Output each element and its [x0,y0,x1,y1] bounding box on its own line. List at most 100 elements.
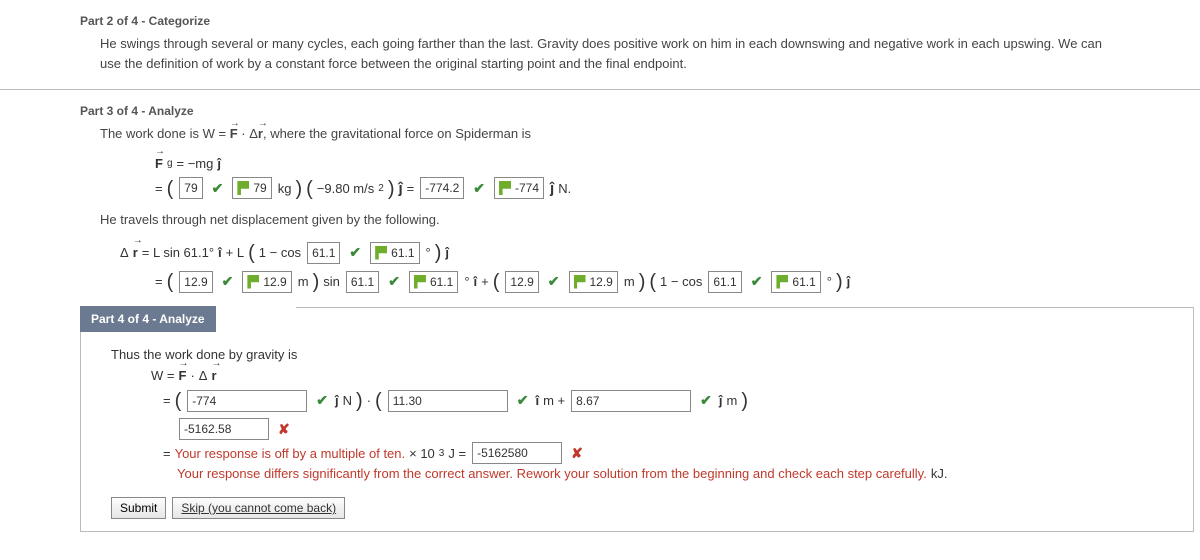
input-bad-1[interactable]: -5162.58 [179,418,269,440]
kg-unit: kg [278,181,292,196]
lparen-5: ( [493,271,500,294]
deg-1: ° [426,245,431,260]
unit-i-3 [535,393,539,408]
lparen-7: ( [175,390,182,413]
input-force-j[interactable]: -774 [187,390,307,412]
m-unit-1: m [298,274,309,289]
flag-icon [375,246,387,260]
input-result-1[interactable]: -774.2 [420,177,464,199]
input-result-2[interactable]: -774 [494,177,544,199]
divider-1 [0,89,1200,90]
rparen-2: ) [388,178,395,201]
equals-5: = [163,446,171,461]
one-minus-cos-2: 1 − cos [660,274,702,289]
check-icon: ✔ [700,392,712,409]
vector-r-3: r [211,368,216,383]
dr-eq-text: = L sin 61.1° [142,245,214,260]
rparen-6: ) [836,271,843,294]
part4-header: Part 4 of 4 - Analyze [80,306,216,332]
lparen-8: ( [375,390,382,413]
cross-icon: ✘ [571,445,583,462]
j-eq: J = [448,446,466,461]
input-len-3[interactable]: 12.9 [505,271,538,293]
rparen-1: ) [295,178,302,201]
lparen-4: ( [167,271,174,294]
feedback-line-1: = Your response is off by a multiple of … [111,442,1173,466]
part3-intro: The work done is W = F · Δr, where the g… [0,124,1200,154]
button-row: Submit Skip (you cannot come back) [111,497,1173,519]
skip-button[interactable]: Skip (you cannot come back) [172,497,345,519]
check-icon: ✔ [212,180,224,197]
check-icon: ✔ [473,180,485,197]
check-icon: ✔ [388,273,400,290]
fg-symbol: F [155,156,163,171]
dr-symbolic-line: Δr = L sin 61.1° + L ( 1 − cos 61.1 ✔ 61… [0,239,1200,268]
input-angle-1[interactable]: 61.1 [307,242,340,264]
vector-F: F [230,126,238,141]
vector-F-2: F [178,368,186,383]
part4-intro: Thus the work done by gravity is [111,347,1173,362]
rparen-7: ) [356,390,363,413]
plus-L: + L [226,245,244,260]
result-line-1: -5162.58 ✘ [111,416,1173,442]
equals-1: = [155,181,163,196]
fg-numeric-line: = ( 79 ✔ 79 kg ) ( −9.80 m/s 2 ) = -774.2… [0,175,1200,204]
flag-icon [237,181,249,195]
input-angle-3[interactable]: 61.1 [346,271,379,293]
input-mass-2[interactable]: 79 [232,177,271,199]
dot-1: · [190,368,194,383]
feedback-line-2: Your response differs significantly from… [111,466,1173,497]
input-bad-2[interactable]: -5162580 [472,442,562,464]
input-angle-6[interactable]: 61.1 [771,271,820,293]
input-mass-1[interactable]: 79 [179,177,202,199]
kj-unit: kJ. [931,466,948,481]
intro-text-2: , where the gravitational force on Spide… [263,126,531,141]
m-unit-2: m [624,274,635,289]
feedback-text-1: Your response is off by a multiple of te… [175,446,406,461]
lparen-1: ( [167,178,174,201]
equals-4: = [163,393,171,408]
sin-text: sin [323,274,340,289]
deg-3: ° [827,274,832,289]
input-angle-2[interactable]: 61.1 [370,242,419,264]
input-len-2[interactable]: 12.9 [242,271,291,293]
input-len-1[interactable]: 12.9 [179,271,212,293]
input-len-4[interactable]: 12.9 [569,271,618,293]
flag-icon [414,275,426,289]
input-disp-j[interactable]: 8.67 [571,390,691,412]
dot-2: · [367,393,371,408]
equals-2: = [407,181,415,196]
i-m-plus: m + [543,393,565,408]
input-angle-4[interactable]: 61.1 [409,271,458,293]
submit-button[interactable]: Submit [111,497,166,519]
deg-2: ° [464,274,469,289]
part2-header: Part 2 of 4 - Categorize [0,10,1200,34]
check-icon: ✔ [517,392,529,409]
w-numeric-line: = ( -774 ✔ N ) · ( 11.30 ✔ m + 8.67 ✔ m … [111,387,1173,416]
unit-i-1 [218,245,222,260]
n-unit: N. [558,181,571,196]
unit-j-big-2 [550,180,554,197]
cross-icon: ✘ [278,421,290,438]
w-eq-line: W = F · Δr [111,362,1173,387]
one-minus-cos: 1 − cos [259,245,301,260]
g-accel: −9.80 m/s [317,181,374,196]
check-icon: ✔ [316,392,328,409]
w-eq: W = [151,368,174,383]
intro-text: The work done is W = [100,126,230,141]
lparen-2: ( [306,178,313,201]
sq: 2 [378,183,384,194]
check-icon: ✔ [349,244,361,261]
fg-sub: g [167,158,173,169]
input-angle-5[interactable]: 61.1 [708,271,741,293]
part4-section: Part 4 of 4 - Analyze Thus the work done… [80,307,1194,532]
j-m: m [726,393,737,408]
input-disp-i[interactable]: 11.30 [388,390,508,412]
part2-text: He swings through several or many cycles… [0,34,1200,83]
unit-j-2 [445,245,449,260]
check-icon: ✔ [751,273,763,290]
vector-r-2: r [133,245,138,260]
dr-numeric-line: = ( 12.9 ✔ 12.9 m ) sin 61.1 ✔ 61.1 ° + … [0,268,1200,297]
lparen-6: ( [649,271,656,294]
unit-i-2 [474,274,478,289]
